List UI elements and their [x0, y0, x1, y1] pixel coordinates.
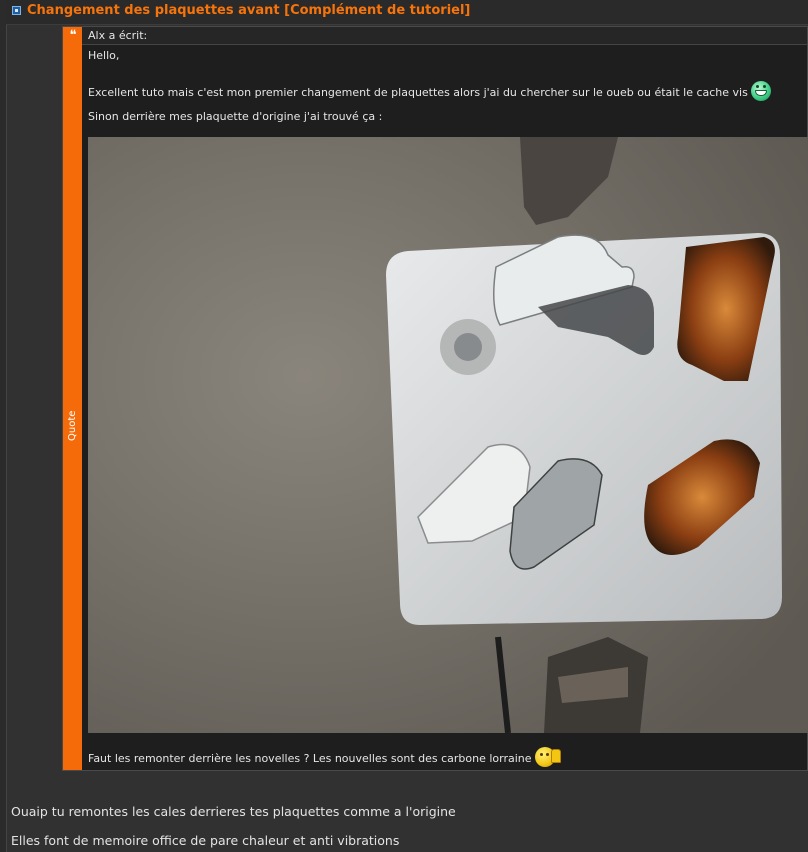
- reply-line-1: Ouaip tu remontes les cales derrieres te…: [11, 804, 456, 819]
- reply-line-2: Elles font de memoire office de pare cha…: [11, 833, 400, 848]
- quote-bar: ❝ Quote: [63, 27, 82, 770]
- quote-line-3-text: Faut les remonter derrière les novelles …: [88, 752, 532, 765]
- quote-marks-icon: ❝: [69, 28, 77, 43]
- post-header: Changement des plaquettes avant [Complém…: [6, 0, 808, 25]
- quote-greeting: Hello,: [88, 49, 120, 62]
- quote-line-2: Sinon derrière mes plaquette d'origine j…: [88, 110, 383, 123]
- quote-vertical-label: Quote: [67, 410, 78, 441]
- thumb-icon: [550, 749, 561, 763]
- quote-line-1: Excellent tuto mais c'est mon premier ch…: [88, 81, 771, 103]
- post-title[interactable]: Changement des plaquettes avant [Complém…: [27, 3, 470, 18]
- brake-pads-photo-svg: [88, 137, 808, 733]
- quote-line-3: Faut les remonter derrière les novelles …: [88, 747, 561, 769]
- brake-pads-photo[interactable]: [88, 137, 808, 733]
- quote-header: Alx a écrit:: [82, 27, 807, 45]
- quote-line-1-text: Excellent tuto mais c'est mon premier ch…: [88, 86, 748, 99]
- grin-smiley-icon: [750, 81, 771, 101]
- quote-author: Alx a écrit:: [88, 29, 148, 42]
- topic-icon[interactable]: [12, 6, 21, 15]
- quote-box: ❝ Quote Alx a écrit: Hello, Excellent tu…: [62, 26, 808, 771]
